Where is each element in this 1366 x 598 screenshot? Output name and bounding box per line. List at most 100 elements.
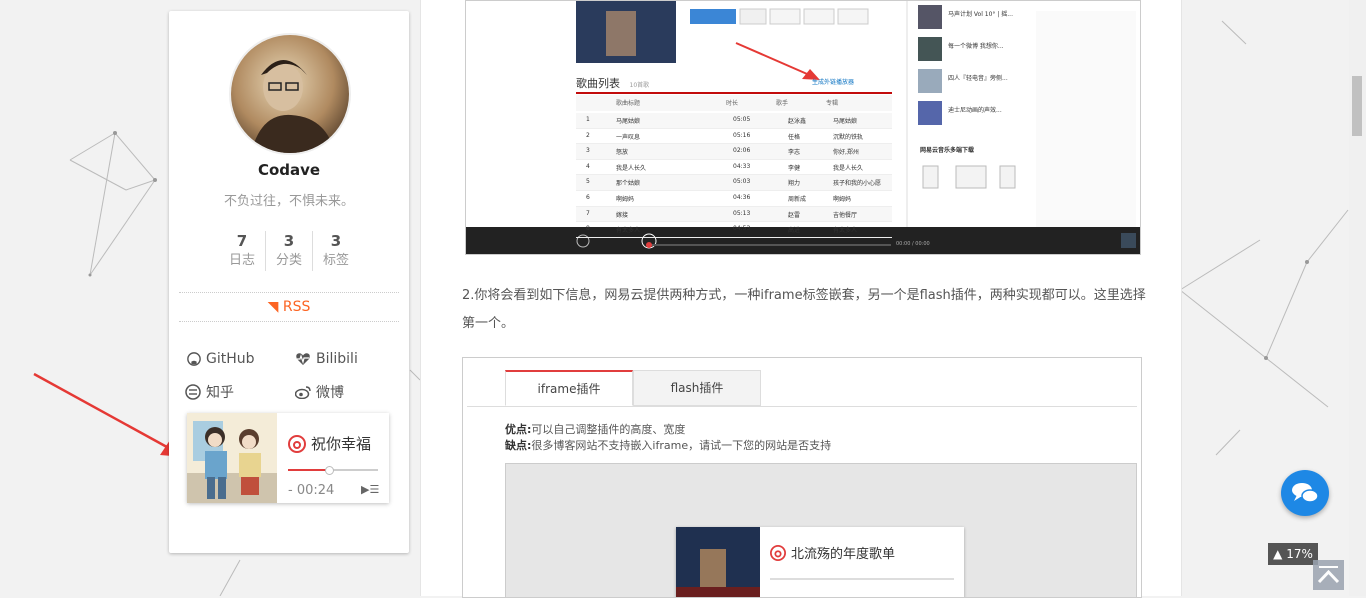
song-table: 1 马尾姑娘 05:05 赵泳鑫 马尾姑娘 2 一声叹息 05:16 任格 沉默的铁轨 3 怒放 02:… [576, 113, 892, 238]
song-cell: 高进 [788, 227, 801, 235]
song-cell: 啊姆妈 [616, 195, 635, 203]
song-cell: 04:53 [733, 225, 751, 233]
generate-player-link[interactable]: 生成外链播放器 [812, 77, 854, 86]
tab-iframe[interactable]: iframe插件 [505, 370, 633, 406]
song-cell: 02:06 [733, 147, 751, 155]
song-row[interactable]: 2 一声叹息 05:16 任格 沉默的铁轨 [576, 129, 892, 145]
rss-icon: ◥ [267, 299, 279, 315]
pros-label: 优点: [505, 423, 532, 436]
song-cell: 我是人长久 [616, 164, 647, 172]
song-cell: 05:05 [733, 116, 751, 123]
song-cell: 怒放 [616, 149, 629, 157]
song-col-header: 时长 [726, 100, 739, 107]
song-row[interactable]: 5 那个姑娘 05:03 翔力 孩子和我的小心愿 [576, 175, 892, 191]
chat-button[interactable] [1281, 470, 1329, 516]
song-title-text: 祝你幸福 [311, 435, 372, 453]
song-cell: 6 [586, 193, 590, 201]
song-cell: 05:13 [733, 209, 751, 217]
song-cell: 翔力 [788, 180, 801, 188]
embed-title-text: 北流殇的年度歌单 [791, 547, 896, 562]
song-row[interactable]: 6 啊姆妈 04:36 周新成 啊姆妈 [576, 191, 892, 207]
back-to-top-button[interactable] [1313, 560, 1344, 590]
cons-label: 缺点: [505, 439, 532, 452]
song-cell: 那个姑娘 [616, 180, 641, 188]
site-stats: 7 日志 3 分类 3 标签 [219, 231, 359, 271]
playlist-section-title: 歌曲列表 10首歌 [576, 77, 650, 90]
link-github[interactable]: GitHub [187, 351, 255, 367]
rss-label: RSS [282, 299, 311, 315]
weibo-icon [295, 386, 311, 399]
side-playlist-item[interactable]: 马声计划 Vol 10° | 摇... [948, 9, 1013, 18]
download-heading: 网易云音乐多端下载 [920, 147, 975, 154]
side-playlist-item[interactable]: 每一个微博 我想你... [948, 41, 1004, 50]
scroll-percent[interactable]: ▲ 17% [1268, 543, 1318, 565]
song-cell: 马尾姑娘 [833, 118, 858, 125]
song-cell: 05:16 [733, 131, 751, 139]
zhihu-icon [185, 384, 201, 400]
link-zhihu[interactable]: 知乎 [185, 382, 234, 402]
progress-handle[interactable] [324, 466, 334, 475]
song-row[interactable]: 4 我是人长久 04:33 李健 我是人长久 [576, 160, 892, 176]
article-image-embed: iframe插件 flash插件 优点:可以自己调整插件的高度、宽度 缺点:很多… [462, 357, 1142, 598]
music-player: 祝你幸福 - 00:24 ▶☰ [187, 413, 389, 503]
scrollbar[interactable] [1349, 0, 1366, 596]
song-cell: 3 [586, 147, 590, 155]
playlist-button[interactable]: ▶☰ [361, 483, 379, 496]
chevron-up-icon [1317, 566, 1340, 584]
link-label: 知乎 [206, 385, 234, 401]
song-col-header: 专辑 [826, 100, 839, 107]
song-cell: 嫁接 [616, 211, 629, 219]
player-time-readout: 00:00 / 00:00 [896, 241, 930, 247]
tab-flash[interactable]: flash插件 [633, 370, 761, 406]
stat-value: 3 [283, 232, 295, 250]
stat-label: 标签 [322, 253, 349, 268]
song-row[interactable]: 7 嫁接 05:13 赵雷 吉他餐厅 [576, 206, 892, 223]
song-cell: 1 [586, 116, 590, 123]
link-weibo[interactable]: 微博 [295, 382, 344, 402]
embed-preview-area: 北流殇的年度歌单 [505, 463, 1137, 597]
song-cell: 李志 [788, 149, 801, 157]
github-icon [187, 352, 201, 366]
play-time: - 00:24 [288, 483, 335, 498]
song-cell: 8 [586, 225, 590, 233]
stat-value: 7 [236, 232, 248, 250]
link-label: 微博 [316, 385, 344, 401]
song-cell: 赵泳鑫 [788, 118, 807, 125]
embed-cover [676, 527, 760, 597]
pros-cons: 优点:可以自己调整插件的高度、宽度 缺点:很多博客网站不支持嵌入iframe，请… [505, 422, 831, 454]
embed-player-preview: 北流殇的年度歌单 [676, 527, 964, 597]
song-cell: 我是人长久 [833, 164, 864, 172]
embed-title: 北流殇的年度歌单 [770, 543, 895, 562]
progress-bar[interactable] [288, 466, 378, 475]
avatar[interactable] [229, 33, 351, 155]
side-playlist-item[interactable]: 迪士尼动画的声效... [948, 105, 1002, 114]
side-playlist-item[interactable]: 四人『轻电音』旁侧... [948, 73, 1008, 82]
author-motto: 不负过往，不惧未来。 [223, 194, 354, 209]
stat-categories[interactable]: 3 分类 [265, 231, 312, 271]
playlist-icon: ▶☰ [361, 483, 380, 496]
album-cover[interactable] [187, 413, 277, 503]
song-row[interactable]: 8 有太多人 04:53 高进 有太多人 [576, 222, 892, 238]
progress-fill [288, 469, 329, 471]
rss-link[interactable]: ◥ RSS [179, 292, 399, 322]
song-cell: 2 [586, 131, 590, 139]
song-title: 祝你幸福 [288, 433, 371, 454]
main-content: 歌曲列表 10首歌 生成外链播放器 歌曲标题 时长 歌手 专辑 1 马尾姑娘 05:05 赵… [420, 0, 1182, 598]
sidebar: Codave 不负过往，不惧未来。 7 日志 3 分类 3 标签 ◥ RSS G… [169, 11, 409, 553]
song-cell: 李健 [788, 164, 801, 172]
link-bilibili[interactable]: Bilibili [295, 351, 358, 367]
song-row[interactable]: 3 怒放 02:06 李志 你好,郑州 [576, 144, 892, 160]
song-cell: 你好,郑州 [833, 149, 859, 157]
scrollbar-thumb[interactable] [1352, 76, 1362, 136]
song-cell: 有太多人 [616, 227, 641, 235]
embed-progress-bar[interactable] [770, 578, 954, 580]
song-cell: 04:33 [733, 162, 751, 170]
stat-tags[interactable]: 3 标签 [312, 231, 359, 271]
song-row[interactable]: 1 马尾姑娘 05:05 赵泳鑫 马尾姑娘 [576, 113, 892, 129]
song-cell: 啊姆妈 [833, 195, 852, 203]
stat-label: 分类 [275, 253, 302, 268]
song-cell: 04:36 [733, 193, 751, 201]
song-cell: 任格 [788, 133, 801, 141]
stat-posts[interactable]: 7 日志 [219, 231, 265, 271]
chat-icon [1292, 483, 1319, 503]
